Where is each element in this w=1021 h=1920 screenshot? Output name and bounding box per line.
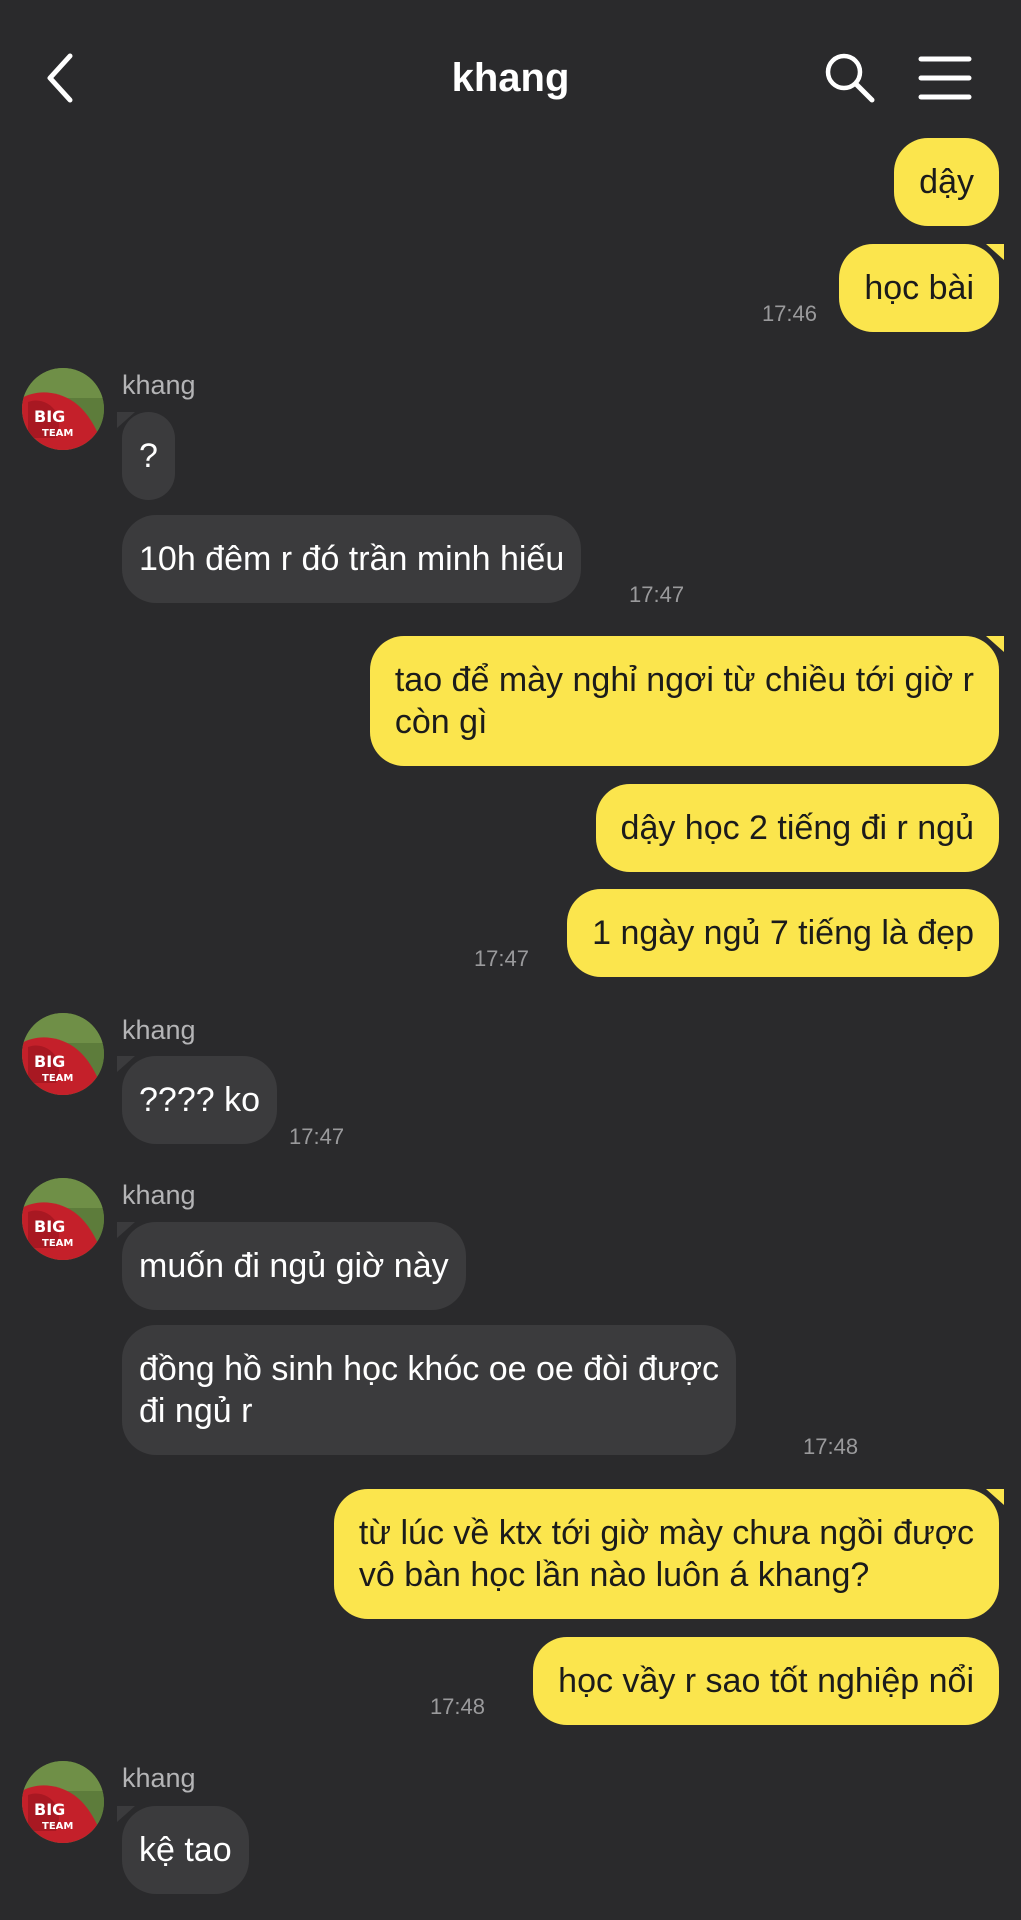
back-button[interactable] — [38, 48, 88, 108]
outgoing-message[interactable]: từ lúc về ktx tới giờ mày chưa ngồi được… — [333, 1489, 1005, 1619]
avatar[interactable]: BIG TEAM — [22, 368, 104, 450]
svg-text:BIG: BIG — [34, 407, 65, 426]
avatar-image: BIG TEAM — [22, 1178, 104, 1260]
message-timestamp: 17:48 — [429, 1694, 485, 1719]
outgoing-message[interactable]: dậy học 2 tiếng đi r ngủ — [595, 784, 999, 872]
incoming-message[interactable]: 10h đêm r đó trần minh hiếu — [122, 515, 582, 603]
avatar[interactable]: BIG TEAM — [22, 1013, 104, 1095]
avatar-image: BIG TEAM — [22, 368, 104, 450]
message-timestamp: 17:47 — [629, 582, 685, 607]
outgoing-message[interactable]: tao để mày nghỉ ngơi từ chiều tới giờ r … — [369, 636, 1005, 766]
svg-text:BIG: BIG — [34, 1800, 65, 1819]
svg-text:TEAM: TEAM — [42, 1238, 73, 1249]
message-timestamp: 17:46 — [761, 301, 817, 326]
incoming-message[interactable]: muốn đi ngủ giờ này — [117, 1222, 466, 1310]
hamburger-menu-icon — [918, 56, 972, 100]
search-button[interactable] — [822, 50, 878, 106]
avatar-image: BIG TEAM — [22, 1013, 104, 1095]
sender-name: khang — [122, 1763, 196, 1793]
incoming-message[interactable]: ? — [117, 412, 175, 500]
incoming-message[interactable]: ???? ko — [117, 1056, 277, 1144]
sender-name: khang — [122, 1180, 196, 1210]
incoming-message[interactable]: kệ tao — [117, 1806, 249, 1894]
svg-text:TEAM: TEAM — [42, 1821, 73, 1832]
avatar-image: BIG TEAM — [22, 1761, 104, 1843]
svg-text:BIG: BIG — [34, 1052, 65, 1071]
svg-text:TEAM: TEAM — [42, 1073, 73, 1084]
outgoing-message[interactable]: 1 ngày ngủ 7 tiếng là đẹp — [567, 889, 999, 977]
message-timestamp: 17:47 — [289, 1124, 345, 1149]
outgoing-message[interactable]: dậy — [894, 138, 999, 226]
svg-text:BIG: BIG — [34, 1217, 65, 1236]
search-icon — [825, 53, 875, 103]
chat-header: khang — [0, 0, 1021, 140]
outgoing-message[interactable]: học bài — [839, 244, 1004, 332]
avatar[interactable]: BIG TEAM — [22, 1178, 104, 1260]
sender-name: khang — [122, 370, 196, 400]
chevron-left-icon — [47, 53, 73, 103]
avatar[interactable]: BIG TEAM — [22, 1761, 104, 1843]
menu-button[interactable] — [918, 54, 972, 102]
message-timestamp: 17:48 — [803, 1434, 859, 1459]
message-timestamp: 17:47 — [473, 946, 529, 971]
incoming-message[interactable]: đồng hồ sinh học khóc oe oe đòi được đi … — [122, 1325, 737, 1455]
outgoing-message[interactable]: học vầy r sao tốt nghiệp nổi — [533, 1637, 999, 1725]
svg-text:TEAM: TEAM — [42, 428, 73, 439]
sender-name: khang — [122, 1015, 196, 1045]
